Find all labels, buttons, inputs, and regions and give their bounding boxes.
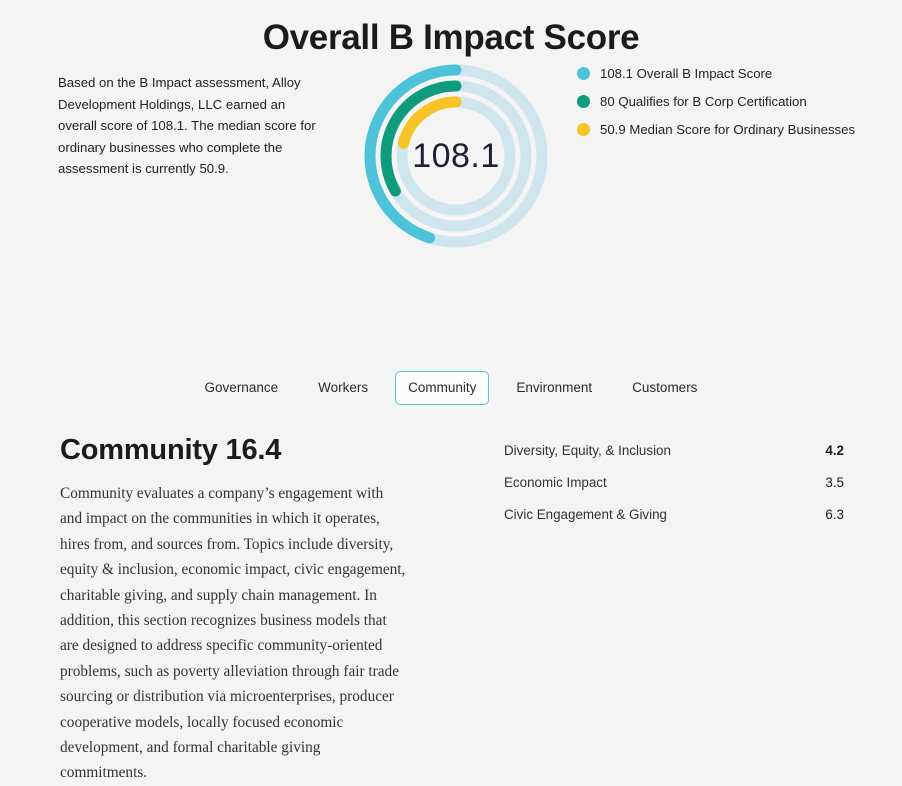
intro-paragraph: Based on the B Impact assessment, Alloy … [58,75,316,176]
tab-environment[interactable]: Environment [503,371,605,405]
tab-workers[interactable]: Workers [305,371,381,405]
tab-customers[interactable]: Customers [619,371,710,405]
page-title: Overall B Impact Score [262,18,640,57]
score-label: Civic Engagement & Giving [504,507,667,522]
donut-center-value: 108.1 [412,136,500,175]
score-summary-section: Based on the B Impact assessment, Alloy … [0,60,902,275]
score-row: Economic Impact 3.5 [504,473,844,492]
legend-item-label: 108.1 Overall B Impact Score [600,66,773,81]
legend-item: 108.1 Overall B Impact Score [577,64,877,83]
score-value: 6.3 [825,507,844,522]
score-label: Diversity, Equity, & Inclusion [504,443,671,458]
tab-governance[interactable]: Governance [192,371,292,405]
subcategory-scores-column: Diversity, Equity, & Inclusion 4.2 Econo… [408,433,844,786]
score-row: Civic Engagement & Giving 6.3 [504,505,844,524]
section-body-text: Community evaluates a company’s engageme… [60,485,406,782]
impact-area-tabs: Governance Workers Community Environment… [0,371,902,405]
chart-legend: 108.1 Overall B Impact Score 80 Qualifie… [577,64,877,148]
score-label: Economic Impact [504,475,607,490]
section-content: Community 16.4 Community evaluates a com… [0,433,902,786]
score-donut-chart: 108.1 [360,60,552,252]
legend-color-dot-icon [577,67,590,80]
tab-community[interactable]: Community [395,371,490,405]
legend-color-dot-icon [577,95,590,108]
legend-item: 50.9 Median Score for Ordinary Businesse… [577,120,877,139]
section-description-column: Community 16.4 Community evaluates a com… [60,433,408,786]
score-value: 4.2 [825,443,844,458]
legend-item-label: 80 Qualifies for B Corp Certification [600,94,807,109]
section-title: Community 16.4 [60,434,282,466]
legend-item-label: 50.9 Median Score for Ordinary Businesse… [600,122,856,137]
score-value: 3.5 [825,475,844,490]
legend-color-dot-icon [577,123,590,136]
legend-item: 80 Qualifies for B Corp Certification [577,92,877,111]
score-row: Diversity, Equity, & Inclusion 4.2 [504,441,844,460]
